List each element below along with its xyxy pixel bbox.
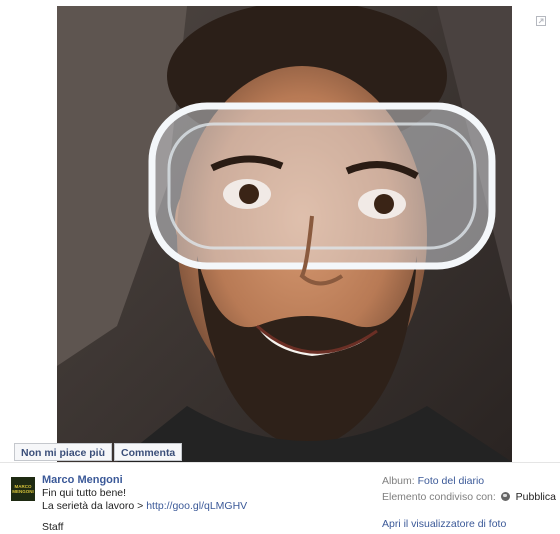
photo-actions: Non mi piace più Commenta [14, 443, 183, 461]
photo-stage: Non mi piace più Commenta [0, 0, 560, 462]
author-name[interactable]: Marco Mengoni [42, 474, 123, 486]
album-row: Album: Foto del diario [382, 475, 484, 487]
comment-button[interactable]: Commenta [114, 443, 183, 461]
photo[interactable] [57, 6, 512, 462]
album-link[interactable]: Foto del diario [418, 475, 485, 487]
expand-icon[interactable] [536, 16, 546, 26]
shared-label: Elemento condiviso con: [382, 491, 496, 503]
unlike-button[interactable]: Non mi piace più [14, 443, 113, 461]
caption-line-2: La serietà da lavoro > http://goo.gl/qLM… [42, 500, 247, 512]
caption-line-1: Fin qui tutto bene! [42, 487, 127, 499]
open-viewer-link[interactable]: Apri il visualizzatore di foto [382, 518, 506, 530]
caption-link[interactable]: http://goo.gl/qLMGHV [146, 500, 247, 512]
shared-row: Elemento condiviso con: Pubblica [382, 491, 556, 503]
album-label: Album: [382, 475, 415, 487]
avatar-text-line-2: MENGONI [12, 489, 34, 494]
avatar[interactable]: MARCO MENGONI [11, 477, 35, 501]
viewer-row: Apri il visualizzatore di foto [382, 518, 506, 530]
shared-value[interactable]: Pubblica [516, 491, 556, 503]
globe-icon [500, 492, 510, 501]
caption-prefix: La serietà da lavoro > [42, 500, 144, 512]
photo-image [57, 6, 512, 462]
caption-signature: Staff [42, 521, 64, 533]
